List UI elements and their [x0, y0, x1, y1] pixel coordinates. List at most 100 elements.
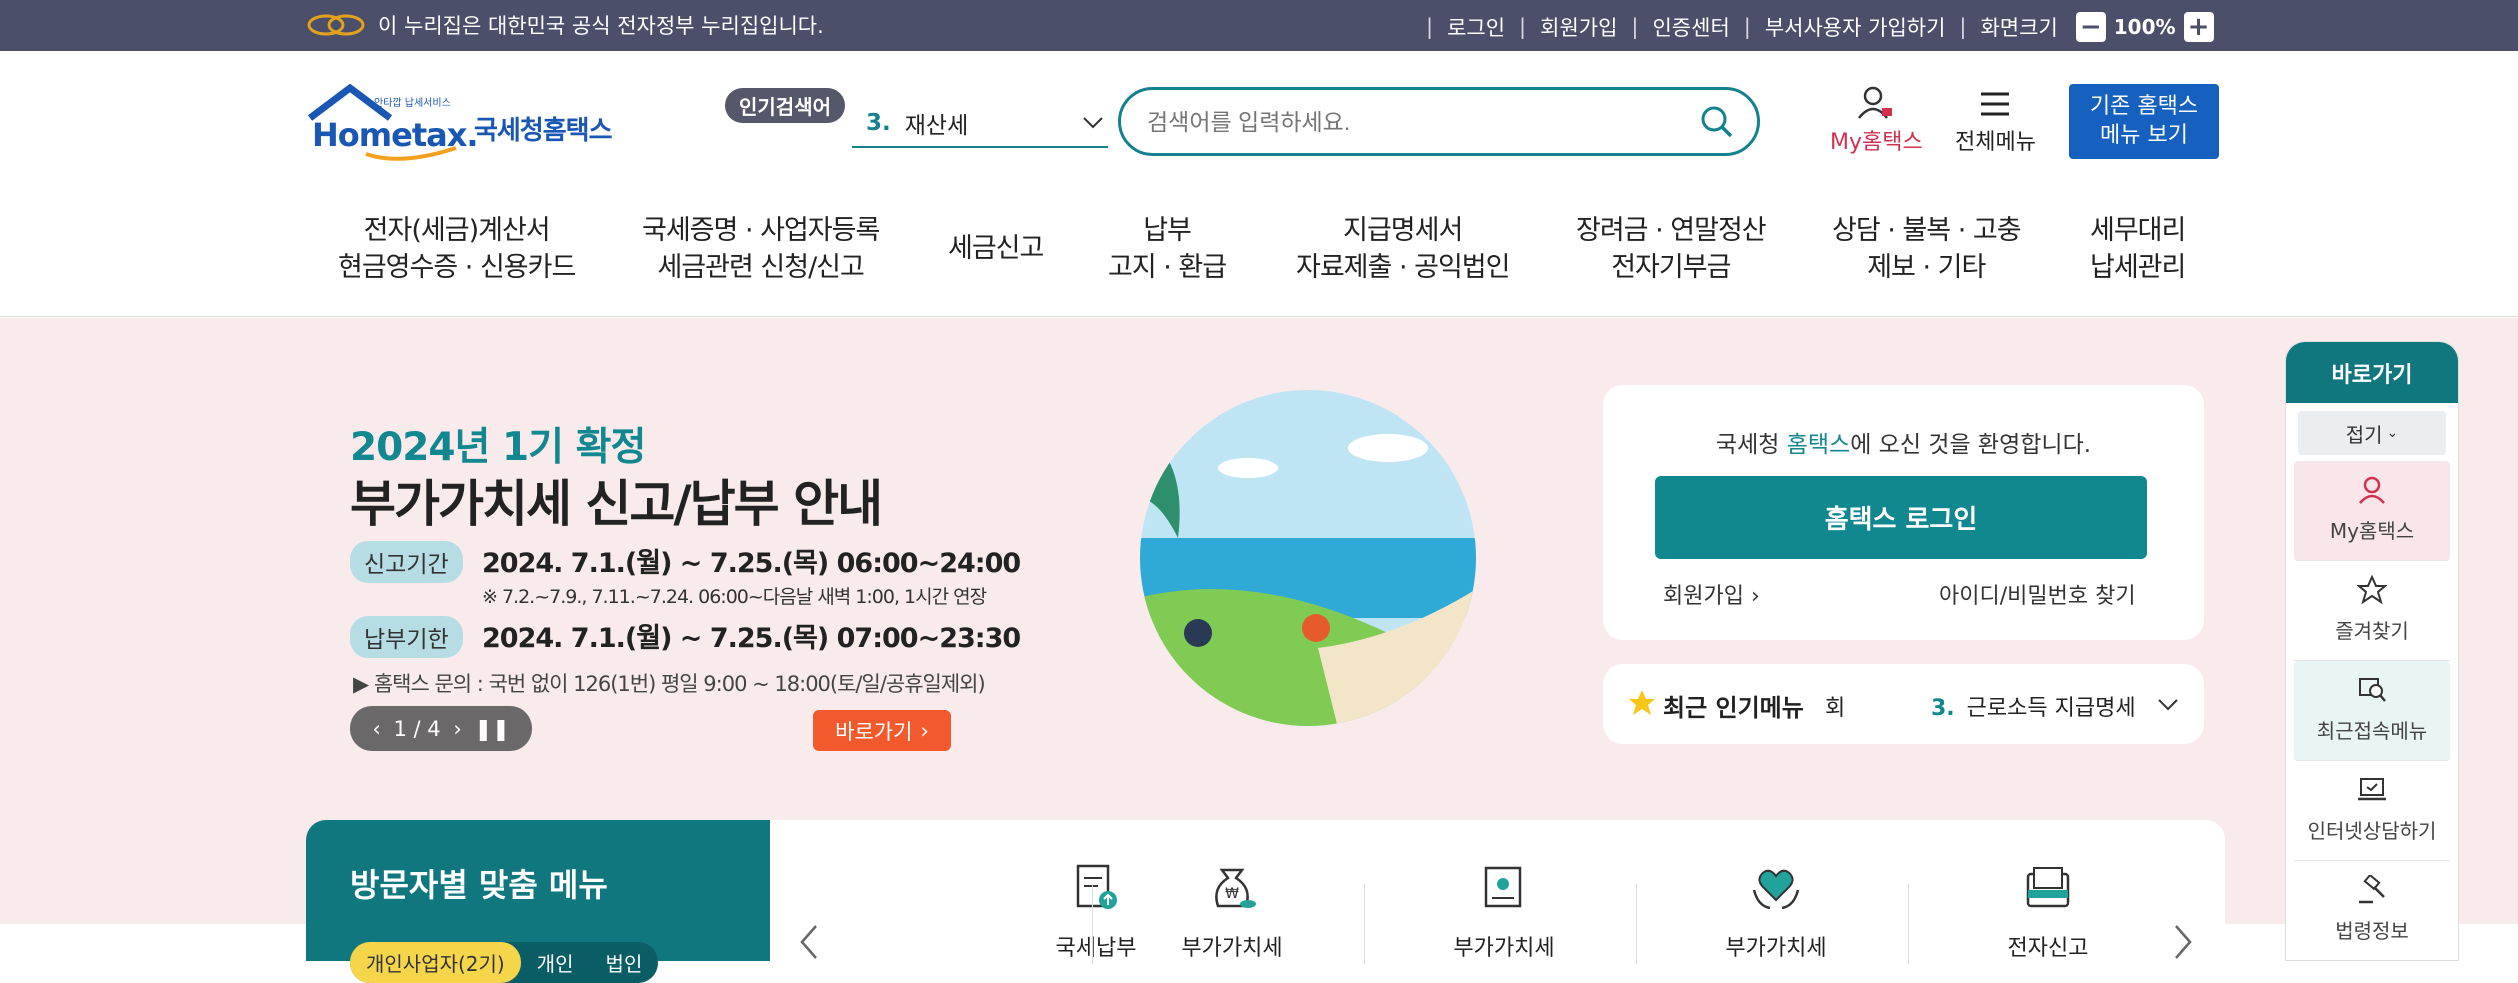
tab-corporation[interactable]: 법인	[590, 942, 659, 983]
nav-line2: 고지 · 환급	[1108, 252, 1227, 283]
report-period-text: 2024. 7.1.(월) ~ 7.25.(목) 06:00~24:00	[482, 548, 1021, 579]
popular-rank: 3.	[866, 110, 891, 136]
certificate-icon	[1484, 866, 1522, 908]
visitor-tabs: 개인사업자(2기) 개인 법인	[350, 942, 659, 983]
star-icon	[1629, 690, 1655, 715]
pay-deadline-badge: 납부기한	[350, 616, 463, 658]
chevron-right-icon: ›	[1750, 584, 1760, 609]
service-label: 부가가치세	[1725, 936, 1827, 961]
laptop-icon	[2358, 778, 2386, 801]
banner-go-button[interactable]: 바로가기 ›	[813, 710, 951, 751]
welcome-pre: 국세청	[1715, 432, 1787, 458]
hometax-login-button[interactable]: 홈택스 로그인	[1655, 476, 2147, 559]
chevron-right-icon[interactable]	[2172, 924, 2194, 960]
search-box	[1118, 87, 1760, 156]
welcome-highlight: 홈택스	[1786, 432, 1851, 458]
signup-label: 회원가입	[1663, 584, 1744, 609]
cert-center-link[interactable]: 인증센터	[1652, 12, 1729, 42]
service-vat-1[interactable]: ₩ 부가가치세	[1096, 860, 1368, 962]
nav-line2: 전자기부금	[1611, 252, 1731, 283]
nav-item-certificate[interactable]: 국세증명 · 사업자등록세금관련 신청/신고	[642, 212, 880, 286]
nav-line1: 지급명세서	[1343, 215, 1463, 246]
gov-notice: 이 누리집은 대한민국 공식 전자정부 누리집입니다.	[306, 10, 824, 40]
pause-icon[interactable]: ❚❚	[474, 717, 509, 741]
nav-item-statement[interactable]: 지급명세서 자료제출 · 공익법인	[1296, 212, 1510, 286]
zoom-in-button[interactable]: +	[2183, 12, 2214, 42]
gov-notice-bar: 이 누리집은 대한민국 공식 전자정부 누리집입니다. | 로그인 | 회원가입…	[0, 0, 2518, 51]
welcome-message: 국세청 홈택스에 오신 것을 환영합니다.	[1603, 425, 2204, 459]
hamburger-icon	[1981, 92, 2010, 116]
fold-button[interactable]: 접기 ⌄	[2298, 411, 2446, 455]
quick-item-my-hometax[interactable]: My홈택스	[2294, 461, 2450, 561]
chevron-down-icon[interactable]	[2157, 698, 2179, 712]
visitor-menu-title: 방문자별 맞춤 메뉴	[350, 866, 608, 904]
search-icon[interactable]	[1699, 104, 1735, 140]
banner-title-main: 부가가치세 신고/납부 안내	[350, 475, 883, 533]
hometax-logo[interactable]: 안타깝 납세서비스 Hometax. 국세청홈택스	[306, 83, 613, 168]
beach-illustration	[1140, 390, 1476, 726]
recent-popular-item[interactable]: 3. 근로소득 지급명세	[1931, 690, 2136, 722]
report-extension-note: ※ 7.2.~7.9., 7.11.~7.24. 06:00~다음날 새벽 1:…	[482, 586, 987, 608]
heart-hands-icon	[1752, 869, 1800, 910]
go-button-label: 바로가기	[835, 719, 913, 744]
nav-line1: 장려금 · 연말정산	[1576, 215, 1767, 246]
svg-text:₩: ₩	[1225, 886, 1239, 902]
visitor-custom-menu: 방문자별 맞춤 메뉴 개인사업자(2기) 개인 법인	[306, 820, 770, 983]
tab-individual-business[interactable]: 개인사업자(2기)	[350, 942, 521, 983]
tab-individual[interactable]: 개인	[521, 942, 590, 983]
old-hometax-line2: 메뉴 보기	[2100, 123, 2188, 148]
screen-size-label: 화면크기	[1980, 16, 2058, 40]
zoom-out-button[interactable]: −	[2075, 12, 2106, 42]
old-hometax-line1: 기존 홈택스	[2089, 94, 2199, 119]
star-outline-icon	[2357, 575, 2387, 605]
nav-line2: 현금영수증 · 신용카드	[338, 252, 576, 283]
dept-user-signup-link[interactable]: 부서사용자 가입하기	[1765, 12, 1946, 42]
nav-item-consult[interactable]: 상담 · 불복 · 고충 제보 · 기타	[1832, 212, 2022, 286]
find-id-password-link[interactable]: 아이디/비밀번호 찾기	[1939, 578, 2136, 610]
old-hometax-button[interactable]: 기존 홈택스 메뉴 보기	[2069, 84, 2219, 159]
quick-item-label: 즐겨찾기	[2335, 619, 2409, 643]
quick-item-label: 최근접속메뉴	[2316, 719, 2428, 743]
popular-search-dropdown[interactable]: 3. 재산세	[852, 100, 1108, 148]
quick-item-recent-menu[interactable]: 최근접속메뉴	[2294, 661, 2450, 761]
all-menu-button[interactable]: 전체메뉴	[1955, 86, 2036, 156]
logo-name: 국세청홈택스	[474, 116, 613, 146]
nav-line1: 세무대리	[2090, 215, 2186, 246]
my-hometax-button[interactable]: My홈택스	[1830, 86, 1923, 156]
quick-item-online-consult[interactable]: 인터넷상담하기	[2294, 761, 2450, 861]
recent-fragment: 회	[1825, 696, 1846, 721]
chevron-down-icon: ⌄	[2386, 425, 2399, 441]
quick-item-favorites[interactable]: 즐겨찾기	[2294, 561, 2450, 661]
nav-item-e-invoice[interactable]: 전자(세금)계산서 현금영수증 · 신용카드	[338, 212, 576, 286]
nav-item-incentive[interactable]: 장려금 · 연말정산전자기부금	[1576, 212, 1767, 286]
search-input[interactable]	[1147, 102, 1667, 142]
nav-item-tax-report[interactable]: 세금신고	[948, 230, 1044, 267]
inquiry-text: ▶ 홈택스 문의 : 국번 없이 126(1번) 평일 9:00 ~ 18:00…	[353, 672, 986, 696]
nav-line1: 국세증명 · 사업자등록	[642, 215, 880, 246]
gavel-icon	[2359, 875, 2385, 904]
quick-item-label: 법령정보	[2335, 919, 2409, 943]
signup-link[interactable]: 회원가입	[1540, 12, 1617, 42]
recent-popular-title: 최근 인기메뉴	[1663, 694, 1804, 722]
user-icon	[1858, 86, 1893, 119]
signup-link[interactable]: 회원가입 ›	[1663, 578, 1760, 610]
login-link[interactable]: 로그인	[1447, 12, 1505, 42]
nav-line1: 세금신고	[948, 233, 1044, 264]
service-vat-2[interactable]: 부가가치세	[1368, 860, 1640, 962]
money-bag-icon: ₩	[1215, 868, 1256, 908]
nav-item-payment[interactable]: 납부 고지 · 환급	[1108, 212, 1227, 286]
service-vat-3[interactable]: 부가가치세	[1640, 860, 1912, 962]
main-nav: 전자(세금)계산서 현금영수증 · 신용카드 국세증명 · 사업자등록세금관련 신…	[0, 200, 2518, 317]
nav-item-tax-agent[interactable]: 세무대리 납세관리	[2090, 212, 2186, 286]
service-e-filing[interactable]: 전자신고	[1912, 860, 2184, 962]
prev-slide-icon[interactable]: ‹	[372, 717, 380, 741]
nav-line2: 세금관련 신청/신고	[657, 252, 864, 283]
quick-link-panel: 바로가기 접기 ⌄ My홈택스 즐겨찾기 최근접속메뉴 인터넷상담하기 법령정보	[2285, 341, 2459, 961]
quick-item-law-info[interactable]: 법령정보	[2294, 861, 2450, 960]
chevron-left-icon[interactable]	[798, 924, 820, 960]
banner-pager: ‹ 1 / 4 › ❚❚	[350, 706, 532, 751]
hometax-logo-mark: 안타깝 납세서비스 Hometax.	[307, 83, 479, 161]
pager-text: 1 / 4	[393, 716, 441, 741]
next-slide-icon[interactable]: ›	[453, 717, 461, 741]
service-label: 부가가치세	[1181, 936, 1283, 961]
